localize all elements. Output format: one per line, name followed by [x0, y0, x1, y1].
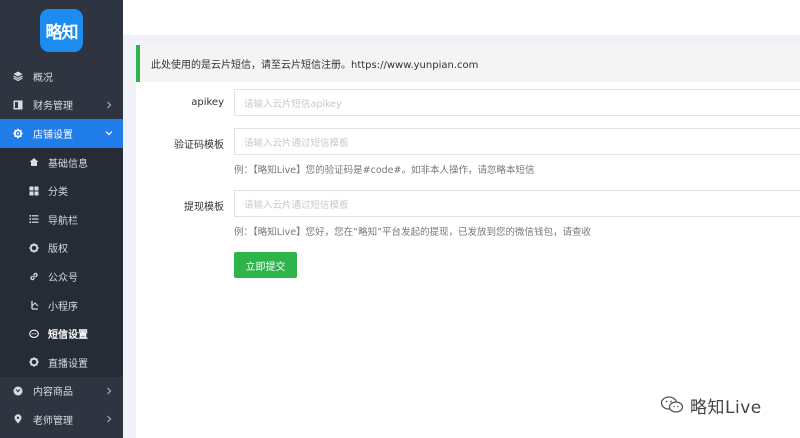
sidebar-item-label: 财务管理	[33, 101, 73, 113]
sidebar-item-label: 导航栏	[48, 215, 78, 227]
sidebar-item-label: 店铺设置	[33, 129, 73, 141]
sidebar-item-live-settings[interactable]: 直播设置	[0, 347, 123, 377]
notice-text: 此处使用的是云片短信，请至云片短信注册。https://www.yunpian.…	[151, 60, 479, 71]
watermark-text: 略知Live	[690, 397, 762, 418]
sidebar-item-label: 基础信息	[48, 158, 88, 170]
withdraw-template-placeholder: 请输入云片通过短信模板	[244, 199, 349, 211]
verify-template-placeholder: 请输入云片通过短信模板	[244, 137, 349, 149]
submit-button[interactable]: 立即提交	[234, 252, 297, 278]
chat-bubble-icon	[29, 329, 39, 339]
sidebar: 略知 概况 财务管理 店铺设置 基础信息 分类 导航栏 版权 公众号 小程序 短…	[0, 0, 123, 438]
verify-template-label: 验证码模板	[174, 140, 224, 151]
sidebar-item-finance[interactable]: 财务管理	[0, 91, 123, 120]
layers-icon	[13, 71, 23, 82]
sidebar-item-content-products[interactable]: 内容商品	[0, 377, 123, 406]
sidebar-item-sms-settings[interactable]: 短信设置	[0, 319, 123, 348]
apikey-label: apikey	[191, 97, 224, 108]
withdraw-template-input[interactable]: 请输入云片通过短信模板	[234, 190, 800, 217]
chevron-right-icon	[107, 101, 112, 109]
sidebar-item-label: 内容商品	[33, 387, 73, 399]
sidebar-item-teacher-management[interactable]: 老师管理	[0, 405, 123, 434]
wechat-icon	[660, 396, 684, 413]
sms-settings-panel: 此处使用的是云片短信，请至云片短信注册。https://www.yunpian.…	[136, 45, 800, 438]
finance-icon	[13, 100, 23, 110]
list-icon	[29, 214, 39, 224]
withdraw-template-help: 例：【略知Live】您好，您在“略知”平台发起的提现，已发放到您的微信钱包，请查…	[234, 227, 591, 238]
withdraw-template-label: 提现模板	[184, 202, 224, 213]
notice-banner: 此处使用的是云片短信，请至云片短信注册。https://www.yunpian.…	[136, 45, 800, 82]
verify-template-input[interactable]: 请输入云片通过短信模板	[234, 128, 800, 155]
sidebar-item-category[interactable]: 分类	[0, 176, 123, 205]
chevron-down-icon	[105, 131, 113, 136]
sidebar-item-overview[interactable]: 概况	[0, 62, 123, 91]
sidebar-item-label: 老师管理	[33, 415, 73, 427]
sidebar-item-label: 版权	[48, 244, 68, 256]
chevron-right-icon	[107, 387, 112, 394]
sidebar-item-navbar[interactable]: 导航栏	[0, 204, 123, 234]
gear-icon	[29, 243, 39, 253]
grid-icon	[29, 186, 39, 196]
sidebar-item-label: 概况	[33, 72, 53, 84]
top-bar	[123, 0, 800, 35]
sidebar-item-official-account[interactable]: 公众号	[0, 262, 123, 291]
location-pin-icon	[13, 414, 23, 424]
sidebar-item-basic-info[interactable]: 基础信息	[0, 147, 123, 177]
sidebar-item-label: 短信设置	[48, 330, 88, 342]
gear-icon	[13, 128, 23, 139]
gift-icon	[13, 386, 23, 396]
sidebar-item-copyright[interactable]: 版权	[0, 233, 123, 263]
sidebar-item-mini-program[interactable]: 小程序	[0, 290, 123, 320]
app-logo[interactable]: 略知	[40, 9, 83, 52]
sidebar-item-label: 小程序	[48, 301, 78, 313]
sidebar-item-store-settings[interactable]: 店铺设置	[0, 119, 123, 148]
sidebar-nav: 概况 财务管理 店铺设置 基础信息 分类 导航栏 版权 公众号 小程序 短信设置…	[0, 62, 123, 434]
miniprogram-icon	[29, 300, 39, 310]
chevron-right-icon	[107, 415, 112, 423]
sidebar-item-label: 直播设置	[48, 358, 88, 370]
verify-template-help: 例：【略知Live】您的验证码是#code#。如非本人操作，请忽略本短信	[234, 165, 535, 176]
watermark: 略知Live	[660, 390, 790, 420]
gear-icon	[29, 357, 39, 367]
sidebar-item-label: 公众号	[48, 272, 78, 284]
sidebar-item-label: 分类	[48, 187, 68, 199]
link-icon	[29, 271, 39, 281]
home-icon	[29, 157, 39, 167]
apikey-input[interactable]: 请输入云片短信apikey	[234, 89, 800, 116]
apikey-placeholder: 请输入云片短信apikey	[244, 98, 342, 110]
